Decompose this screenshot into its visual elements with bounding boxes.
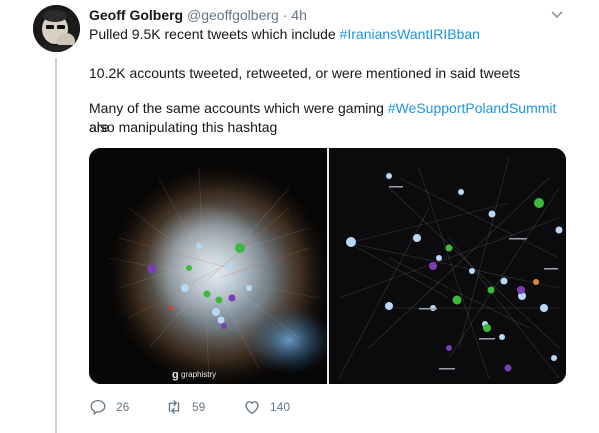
avatar-photo	[33, 5, 80, 52]
like-action[interactable]: 140	[243, 397, 290, 417]
like-count: 140	[270, 400, 291, 414]
reply-action[interactable]: 26	[89, 397, 129, 417]
svg-text:g: g	[172, 369, 179, 381]
separator-dot: ·	[282, 7, 288, 23]
text-segment: Pulled 9.5K recent tweets which include	[89, 26, 340, 42]
retweet-action[interactable]: 59	[165, 397, 205, 417]
author-handle[interactable]: @geoffgolberg	[187, 7, 279, 23]
reply-icon[interactable]	[89, 398, 107, 416]
tweet-text-line-1: Pulled 9.5K recent tweets which include …	[89, 25, 569, 44]
hashtag-link-wesupportpolandsummit[interactable]: #WeSupportPolandSummit	[388, 100, 557, 116]
reply-count: 26	[116, 400, 130, 414]
retweet-icon[interactable]	[165, 398, 183, 416]
network-graph-images: graphistry g	[89, 148, 566, 384]
tweet: Geoff Golberg @geoffgolberg · 4h Pulled …	[0, 0, 599, 433]
tweet-text-line-4: also manipulating this hashtag	[89, 119, 278, 135]
tweet-header: Geoff Golberg @geoffgolberg · 4h	[89, 6, 307, 24]
tweet-time[interactable]: 4h	[291, 7, 307, 23]
like-icon[interactable]	[243, 398, 261, 416]
author-name[interactable]: Geoff Golberg	[89, 7, 183, 23]
retweet-count: 59	[192, 400, 206, 414]
hashtag-link-iranianswantiribban[interactable]: #IraniansWantIRIBban	[340, 26, 480, 42]
thread-line	[55, 58, 57, 433]
avatar[interactable]	[33, 5, 80, 52]
text-segment: Many of the same accounts which were gam…	[89, 100, 388, 116]
caret-down-icon[interactable]	[550, 10, 564, 20]
tweet-media[interactable]: graphistry g	[89, 148, 566, 384]
tweet-text-line-2: 10.2K accounts tweeted, retweeted, or we…	[89, 65, 521, 81]
graphistry-watermark: graphistry	[181, 370, 216, 379]
graph-left-panel: graphistry g	[89, 148, 333, 384]
graph-right-panel	[329, 148, 566, 384]
